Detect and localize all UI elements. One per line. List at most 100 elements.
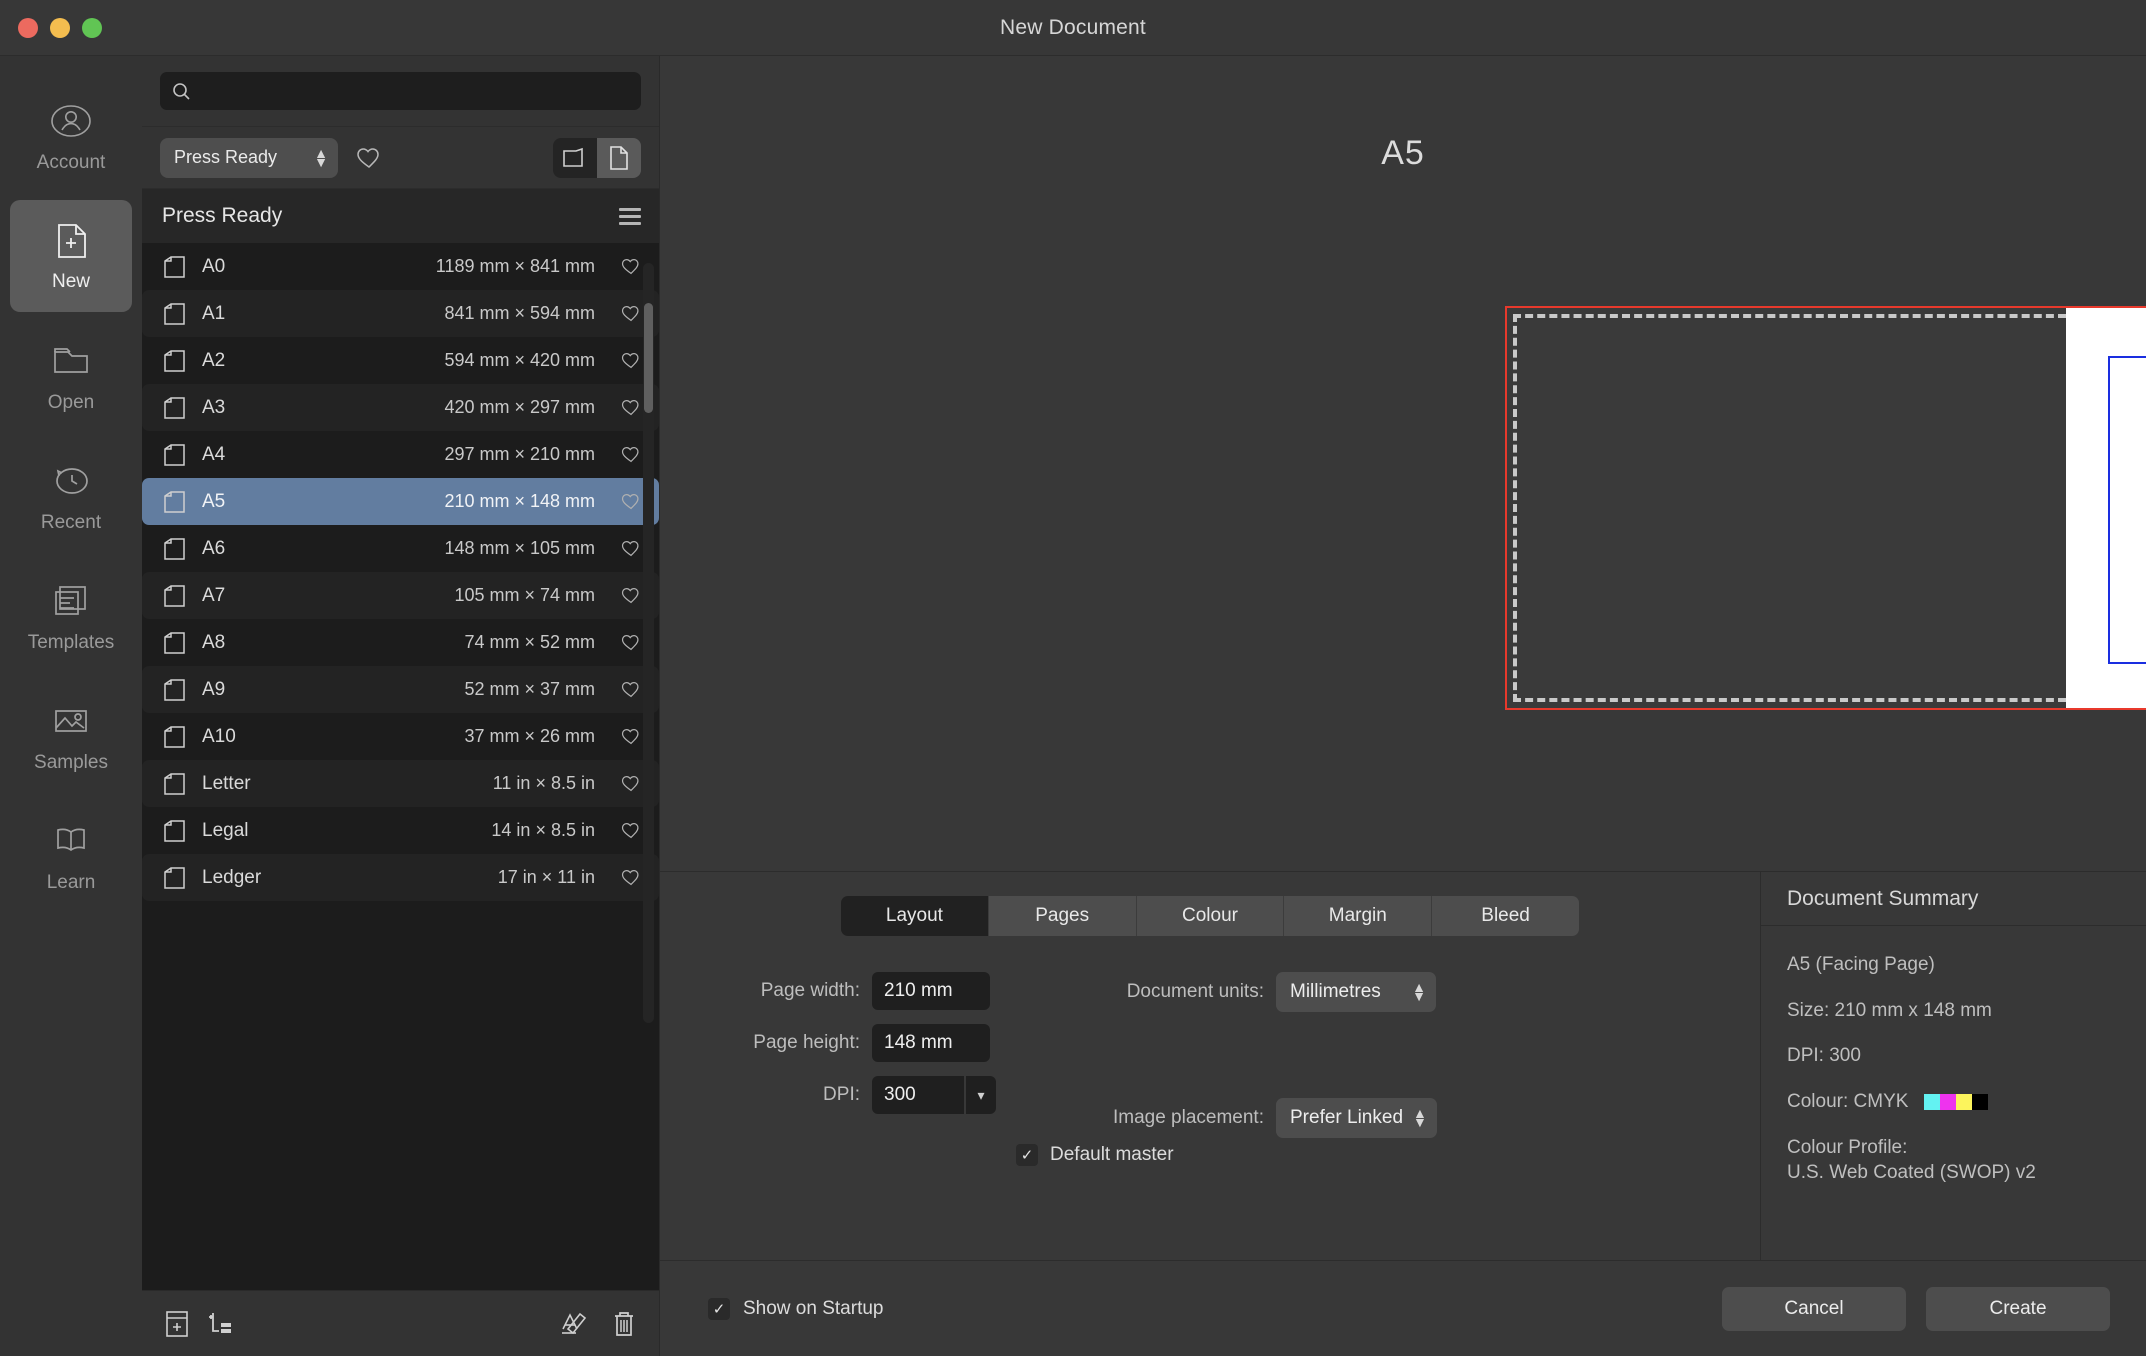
dpi-input[interactable]: 300 [872,1076,964,1114]
summary-size: Size: 210 mm x 148 mm [1787,999,1992,1021]
cmyk-swatch [1923,1093,1940,1110]
preset-row[interactable]: A3 420 mm × 297 mm [142,384,659,431]
preset-row[interactable]: A5 210 mm × 148 mm [142,478,659,525]
tab-pages[interactable]: Pages [988,896,1137,936]
options-tabs: Layout Pages Colour Margin Bleed [841,896,1579,936]
preset-row[interactable]: A4 297 mm × 210 mm [142,431,659,478]
sidebar-item-templates[interactable]: Templates [10,560,132,672]
sidebar-item-open[interactable]: Open [10,320,132,432]
window-titlebar: New Document [0,0,2146,56]
category-select[interactable]: Press Ready ▲ ▼ [160,137,338,178]
show-on-startup-checkbox[interactable]: ✓ [708,1297,730,1320]
sidebar-item-recent[interactable]: Recent [10,440,132,552]
show-on-startup-row[interactable]: ✓ Show on Startup [708,1297,883,1320]
account-icon [48,98,94,144]
heart-icon[interactable] [621,680,641,699]
hamburger-menu-icon[interactable] [619,207,641,225]
scrollbar-thumb[interactable] [644,303,653,413]
add-preset-icon[interactable] [164,1310,190,1338]
preset-list-footer [142,1290,659,1356]
preset-name: A6 [202,537,226,559]
cancel-button[interactable]: Cancel [1722,1286,1906,1331]
chevron-updown-icon: ▲ ▼ [1413,1105,1427,1130]
heart-icon[interactable] [621,445,641,464]
preset-row[interactable]: A6 148 mm × 105 mm [142,525,659,572]
category-bar: Press Ready ▲ ▼ [142,127,659,189]
preset-row[interactable]: Ledger 17 in × 11 in [142,854,659,901]
preset-row[interactable]: Legal 14 in × 8.5 in [142,807,659,854]
heart-icon[interactable] [621,398,641,417]
preview-title: A5 [1381,134,1425,172]
heart-icon[interactable] [621,492,641,511]
heart-icon[interactable] [621,351,641,370]
zoom-window-button[interactable] [82,18,102,38]
page-width-input[interactable]: 210 mm [872,972,990,1010]
search-box[interactable] [160,72,641,110]
preset-row[interactable]: Letter 11 in × 8.5 in [142,760,659,807]
sidebar-item-new[interactable]: New [10,200,132,312]
dpi-row: DPI: 300 ▾ [712,1076,996,1114]
heart-icon[interactable] [621,774,641,793]
tab-margin[interactable]: Margin [1284,896,1433,936]
summary-colour-row: Colour: CMYK [1787,1089,2120,1115]
preset-row[interactable]: A7 105 mm × 74 mm [142,572,659,619]
preset-list-scrollbar[interactable] [643,263,654,1023]
dialog-footer: ✓ Show on Startup Cancel Create [660,1260,2146,1356]
sidebar-item-account[interactable]: Account [10,80,132,192]
preset-row[interactable]: A2 594 mm × 420 mm [142,337,659,384]
heart-icon[interactable] [621,539,641,558]
navigation-rail: Account New Open Recent Templates Sample… [0,56,142,1356]
rename-icon[interactable] [559,1310,589,1338]
sidebar-item-label: Recent [40,512,102,533]
heart-icon[interactable] [621,868,641,887]
preset-dimensions: 420 mm × 297 mm [444,397,595,417]
preset-dimensions: 11 in × 8.5 in [492,773,595,793]
close-window-button[interactable] [18,18,38,38]
preset-row[interactable]: A9 52 mm × 37 mm [142,666,659,713]
heart-icon[interactable] [621,633,641,652]
heart-icon[interactable] [621,586,641,605]
preset-row[interactable]: A1 841 mm × 594 mm [142,290,659,337]
view-mode-page-button[interactable] [597,137,641,178]
favourite-category-button[interactable] [352,141,386,175]
document-units-label: Document units: [1126,981,1264,1002]
preset-row[interactable]: A10 37 mm × 26 mm [142,713,659,760]
heart-icon[interactable] [621,304,641,323]
tab-bleed[interactable]: Bleed [1432,896,1579,936]
page-icon [162,819,188,843]
page-icon [162,725,188,749]
sidebar-item-learn[interactable]: Learn [10,800,132,912]
minimize-window-button[interactable] [50,18,70,38]
preset-row[interactable]: A8 74 mm × 52 mm [142,619,659,666]
heart-icon[interactable] [621,257,641,276]
page-icon [162,255,188,279]
document-units-value: Millimetres [1290,981,1381,1002]
options-area: Layout Pages Colour Margin Bleed Page wi… [660,872,2146,1260]
preset-list-scroll[interactable]: A0 1189 mm × 841 mm A1 841 mm × 594 mm A2 594… [142,243,659,1290]
add-category-icon[interactable] [206,1309,236,1339]
facing-page-left [1507,308,2066,708]
delete-icon[interactable] [611,1309,637,1339]
image-placement-select[interactable]: Prefer Linked ▲ ▼ [1276,1098,1437,1138]
view-mode-spread-button[interactable] [553,137,597,178]
summary-colour-profile-value: U.S. Web Coated (SWOP) v2 [1787,1162,2036,1184]
page-height-input[interactable]: 148 mm [872,1024,990,1062]
preset-dimensions: 17 in × 11 in [497,867,595,887]
preset-list-header: Press Ready [142,189,659,243]
create-button[interactable]: Create [1926,1286,2110,1331]
search-input[interactable] [200,81,629,101]
page-icon [162,349,188,373]
chevron-down-icon[interactable]: ▾ [966,1076,996,1114]
default-master-checkbox[interactable]: ✓ [1016,1144,1038,1166]
heart-icon[interactable] [621,821,641,840]
tab-colour[interactable]: Colour [1136,896,1285,936]
document-units-select[interactable]: Millimetres ▲ ▼ [1276,972,1436,1012]
page-icon [162,772,188,796]
preset-name: A9 [202,678,226,700]
heart-icon[interactable] [621,727,641,746]
dpi-label: DPI: [823,1084,860,1105]
tab-layout[interactable]: Layout [841,896,989,936]
default-master-row[interactable]: ✓ Default master [1016,1144,1174,1166]
preset-row[interactable]: A0 1189 mm × 841 mm [142,243,659,290]
sidebar-item-samples[interactable]: Samples [10,680,132,792]
